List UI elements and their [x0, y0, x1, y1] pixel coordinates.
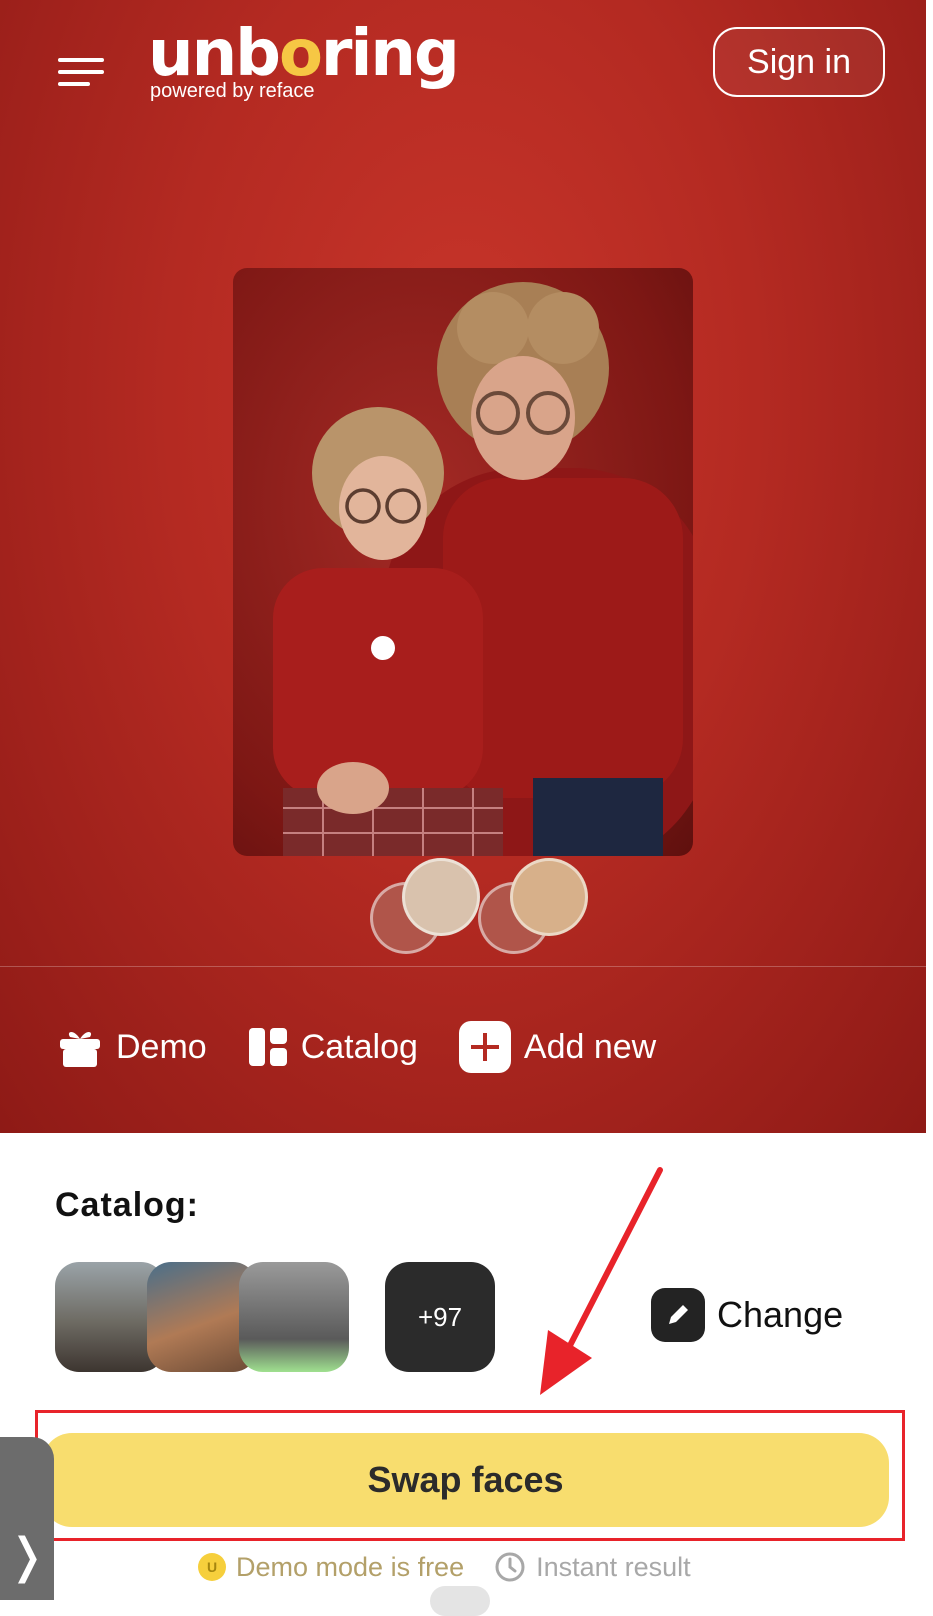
hero-divider	[0, 966, 926, 967]
face-swap-pairs	[370, 856, 600, 956]
footer-notes: U Demo mode is free Instant result	[198, 1551, 691, 1583]
instant-result-label: Instant result	[536, 1551, 691, 1582]
catalog-title: Catalog:	[55, 1186, 199, 1224]
side-panel-toggle[interactable]: ❭	[0, 1437, 54, 1600]
add-new-button[interactable]: Add new	[458, 1020, 656, 1074]
red-arrow-annotation	[540, 1167, 663, 1395]
change-label: Change	[717, 1294, 844, 1335]
plus-icon	[458, 1021, 511, 1073]
highlight-box-annotation	[35, 1410, 905, 1541]
catalog-button[interactable]: Catalog	[247, 1026, 418, 1068]
action-bar: Demo Catalog Add new	[56, 1020, 656, 1074]
hero-section: unboring powered by reface Sign in Demo …	[0, 0, 926, 1133]
demo-button[interactable]: Demo	[56, 1023, 207, 1071]
chevron-right-icon: ❭	[6, 1530, 48, 1583]
demo-label: Demo	[116, 1027, 207, 1066]
catalog-more-count[interactable]: +97	[385, 1262, 495, 1372]
demo-free-note: U Demo mode is free	[198, 1552, 464, 1583]
instant-result-note: Instant result	[494, 1551, 691, 1583]
catalog-thumbnails: +97	[55, 1262, 495, 1372]
user-face-1[interactable]	[402, 858, 480, 936]
coin-icon: U	[198, 1553, 226, 1581]
template-preview-image	[233, 268, 693, 856]
add-new-label: Add new	[523, 1027, 657, 1066]
demo-free-label: Demo mode is free	[236, 1551, 465, 1582]
gift-icon	[60, 1032, 100, 1067]
bottom-handle	[430, 1586, 490, 1616]
catalog-label: Catalog	[300, 1027, 418, 1066]
catalog-thumb-3[interactable]	[239, 1262, 349, 1372]
user-face-2[interactable]	[510, 858, 588, 936]
sign-in-button[interactable]: Sign in	[713, 27, 885, 97]
clock-icon	[495, 1552, 525, 1582]
portrait-illustration	[273, 282, 693, 856]
logo-tagline: powered by reface	[150, 80, 315, 102]
hamburger-menu-icon[interactable]	[58, 58, 104, 86]
catalog-grid-icon	[248, 1028, 287, 1066]
unboring-logo[interactable]: unboring	[148, 22, 460, 86]
